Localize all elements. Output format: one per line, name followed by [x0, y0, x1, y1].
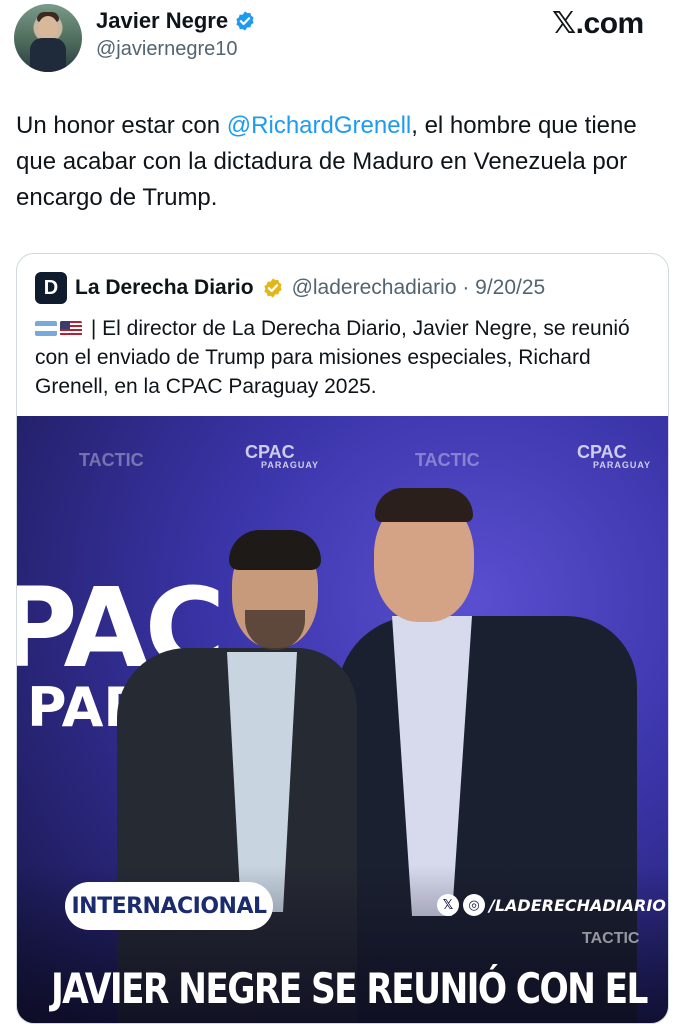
cpac-logo-sub-2: PARAGUAY [593, 460, 652, 470]
instagram-icon: ◎ [463, 894, 485, 916]
backdrop-tactic-text-3: TACTIC [582, 930, 640, 947]
quoted-tweet-image[interactable]: TACTIC CPAC PARAGUAY TACTIC CPAC PARAGUAY … [17, 416, 668, 1023]
verified-badge-icon [236, 11, 254, 31]
x-com-logo: 𝕏.com [552, 7, 644, 40]
person-left-hair [229, 530, 321, 570]
cpac-logo-text-2: CPAC [577, 442, 627, 462]
author-display-name[interactable]: Javier Negre [96, 8, 228, 34]
backdrop-tactic-text: TACTIC [79, 450, 144, 470]
x-logo-icon: 𝕏 [437, 894, 459, 916]
quoted-tweet-header: D La Derecha Diario @laderechadiario · 9… [35, 272, 545, 304]
quoted-account-avatar[interactable]: D [35, 272, 67, 304]
social-handle-text: /LADERECHADIARIO [489, 895, 666, 915]
author-handle[interactable]: @javiernegre10 [96, 38, 238, 61]
person-right-hair [375, 488, 473, 522]
avatar-body [30, 38, 66, 72]
cpac-logo-sub: PARAGUAY [261, 460, 320, 470]
section-label-pill: INTERNACIONAL [65, 882, 273, 930]
quoted-tweet-card[interactable]: D La Derecha Diario @laderechadiario · 9… [16, 253, 669, 1024]
tweet-text: Un honor estar con @RichardGrenell, el h… [16, 108, 666, 216]
quoted-tweet-text: | El director de La Derecha Diario, Javi… [35, 314, 655, 401]
social-handle-row: 𝕏 ◎ /LADERECHADIARIO [437, 894, 666, 916]
quoted-account-handle-date[interactable]: @laderechadiario · 9/20/25 [292, 276, 546, 300]
image-headline: JAVIER NEGRE SE REUNIÓ CON EL [51, 964, 648, 1013]
gold-verified-badge-icon [263, 278, 282, 298]
usa-flag-icon [60, 321, 82, 336]
cpac-backdrop-logo-2: CPAC PARAGUAY [577, 442, 651, 470]
author-name-row[interactable]: Javier Negre [96, 8, 256, 34]
backdrop-tactic-text-2: TACTIC [415, 450, 480, 470]
tweet-text-before: Un honor estar con [16, 112, 227, 139]
quoted-tweet-body: | El director de La Derecha Diario, Javi… [35, 317, 630, 398]
author-avatar[interactable] [14, 4, 82, 72]
person-left-beard [245, 610, 305, 650]
quoted-account-name[interactable]: La Derecha Diario [75, 276, 254, 300]
argentina-flag-icon [35, 321, 57, 336]
avatar-face [38, 16, 58, 40]
mention-link[interactable]: @RichardGrenell [227, 112, 411, 139]
cpac-logo-text: CPAC [245, 442, 295, 462]
cpac-backdrop-logo: CPAC PARAGUAY [245, 442, 319, 470]
